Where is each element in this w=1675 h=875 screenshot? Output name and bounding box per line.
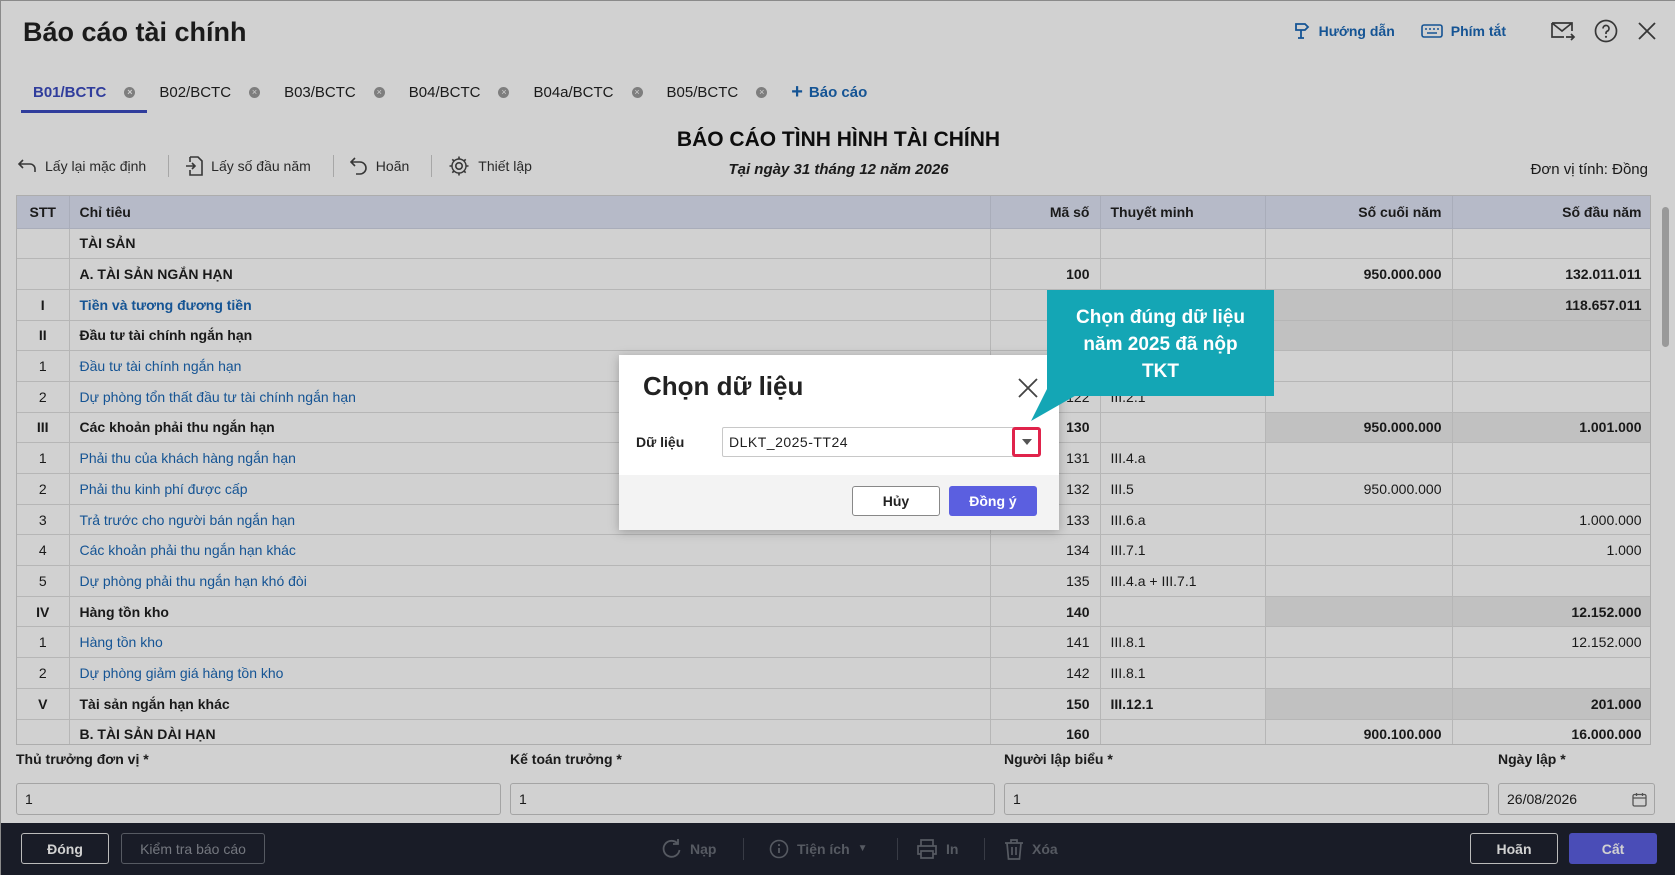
dialog-title: Chọn dữ liệu <box>643 371 804 401</box>
tooltip-line: năm 2025 đã nộp <box>1083 334 1238 355</box>
dialog-ok-button[interactable]: Đồng ý <box>949 486 1037 516</box>
tooltip-line: Chọn đúng dữ liệu <box>1076 307 1245 328</box>
caret-down-icon <box>1021 439 1032 445</box>
data-select-dropdown-button[interactable] <box>1012 427 1041 457</box>
select-data-dialog: Chọn dữ liệu Dữ liệu DLKT_2025-TT24 Hủy … <box>619 355 1059 530</box>
tooltip-line: TKT <box>1142 361 1179 382</box>
data-select[interactable]: DLKT_2025-TT24 <box>722 427 1038 457</box>
dialog-cancel-button[interactable]: Hủy <box>852 486 940 516</box>
app-window: Báo cáo tài chính Hướng dẫn Phím tắt B01… <box>0 0 1675 875</box>
instruction-tooltip: Chọn đúng dữ liệu năm 2025 đã nộp TKT <box>1047 290 1274 396</box>
data-field-label: Dữ liệu <box>636 434 685 450</box>
